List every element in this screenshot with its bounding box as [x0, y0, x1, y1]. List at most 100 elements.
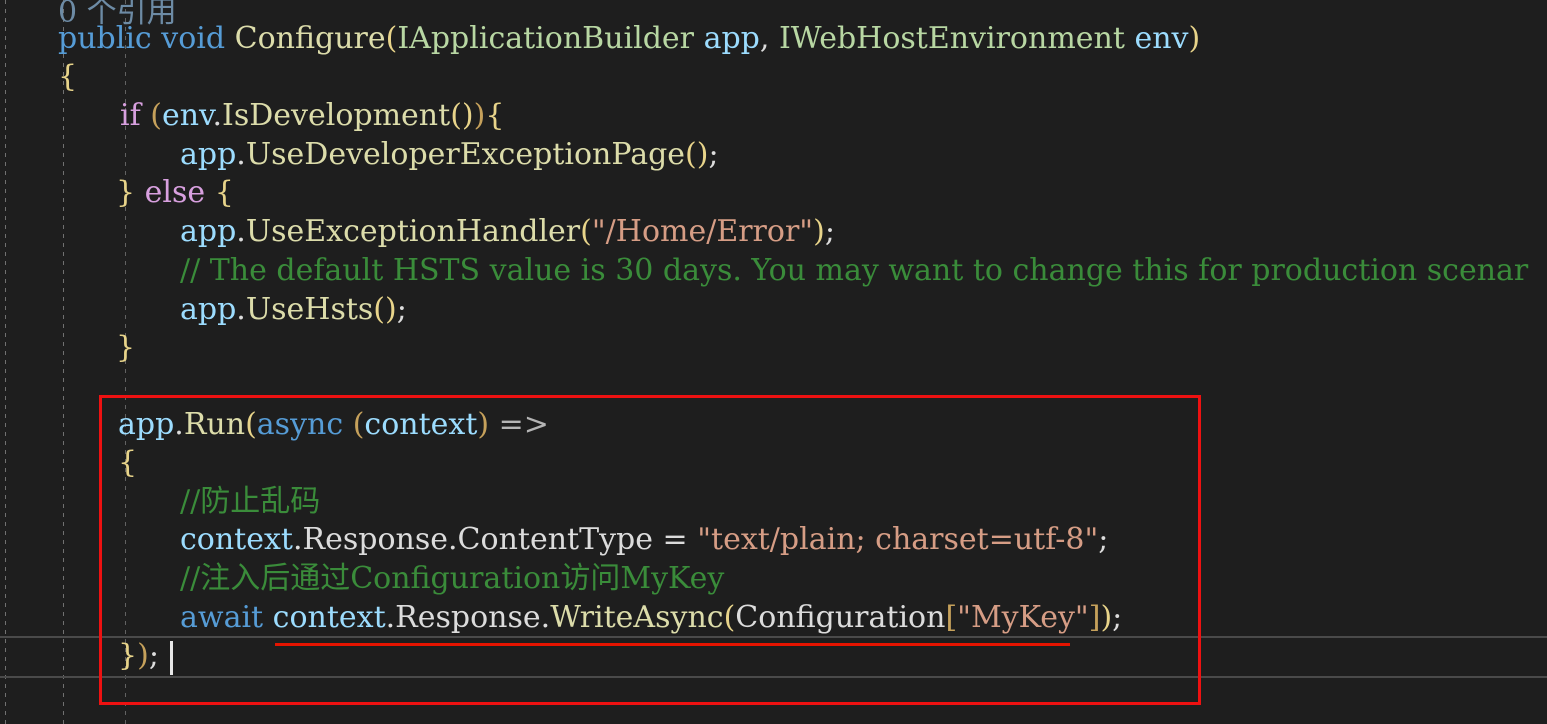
token: (): [450, 98, 474, 133]
token: .: [236, 214, 246, 249]
code-line-2[interactable]: {: [0, 58, 77, 97]
token: //防止乱码: [180, 484, 321, 519]
code-line-12[interactable]: {: [0, 444, 137, 483]
token: {: [58, 59, 78, 94]
token: }: [116, 330, 136, 365]
token: ContentType: [457, 522, 653, 557]
token: async: [256, 407, 344, 442]
token: void: [161, 21, 226, 56]
token: IsDevelopment: [221, 98, 451, 133]
token: env: [1134, 21, 1189, 56]
token: (: [385, 21, 398, 56]
token: ): [137, 638, 149, 673]
token: IApplicationBuilder: [397, 21, 695, 56]
code-line-6[interactable]: app.UseExceptionHandler("/Home/Error");: [0, 213, 835, 252]
code-line-7[interactable]: // The default HSTS value is 30 days. Yo…: [0, 252, 1528, 291]
code-line-11[interactable]: app.Run(async (context) =>: [0, 406, 549, 445]
token: // The default HSTS value is 30 days. Yo…: [180, 253, 1529, 288]
token: app: [180, 292, 237, 327]
token: =>: [498, 407, 549, 442]
token: .: [540, 600, 551, 635]
token: WriteAsync: [550, 600, 724, 635]
token: ;: [396, 292, 407, 327]
code-line-10[interactable]: [0, 368, 116, 407]
token: //注入后通过Configuration访问MyKey: [180, 561, 725, 596]
token: "text/plain; charset=utf-8": [697, 522, 1099, 557]
token: await: [180, 600, 264, 635]
token: env: [161, 98, 213, 133]
token: UseExceptionHandler: [245, 214, 581, 249]
code-line-9[interactable]: }: [0, 329, 135, 368]
token: app: [180, 137, 237, 172]
token: .: [236, 292, 246, 327]
caret: [170, 641, 173, 675]
token: UseHsts: [245, 292, 374, 327]
code-line-4[interactable]: app.UseDeveloperExceptionPage();: [0, 136, 719, 175]
token: Configuration: [735, 600, 946, 635]
token: app: [180, 214, 237, 249]
code-line-1[interactable]: public void Configure(IApplicationBuilde…: [0, 20, 1200, 59]
token: .: [385, 600, 396, 635]
code-line-13[interactable]: //防止乱码: [0, 483, 320, 522]
token: ;: [148, 638, 159, 673]
code-line-5[interactable]: } else {: [0, 174, 234, 213]
token: if: [120, 98, 141, 133]
token: ;: [824, 214, 835, 249]
token: ): [813, 214, 825, 249]
token: app: [118, 407, 175, 442]
token: (): [373, 292, 397, 327]
code-line-8[interactable]: app.UseHsts();: [0, 291, 407, 330]
token: (: [150, 98, 162, 133]
token: ): [1188, 21, 1201, 56]
token: =: [653, 522, 698, 557]
token: context: [364, 407, 478, 442]
token: app: [703, 21, 760, 56]
token: {: [485, 98, 505, 133]
token: UseDeveloperExceptionPage: [245, 137, 686, 172]
code-line-15[interactable]: //注入后通过Configuration访问MyKey: [0, 560, 724, 599]
token: Run: [183, 407, 246, 442]
token: ): [473, 98, 486, 133]
token: IWebHostEnvironment: [778, 21, 1125, 56]
token: public: [58, 21, 152, 56]
token: [: [945, 600, 958, 635]
token: (: [245, 407, 257, 442]
token: .: [212, 98, 222, 133]
token: .: [448, 522, 458, 557]
token: ): [1100, 600, 1113, 635]
error-underline-0: [275, 643, 1070, 646]
code-line-3[interactable]: if (env.IsDevelopment()){: [0, 97, 504, 136]
code-line-17[interactable]: });: [0, 637, 159, 676]
token: .: [174, 407, 184, 442]
token: }: [116, 175, 136, 210]
token: ;: [1112, 600, 1123, 635]
token: (: [352, 407, 365, 442]
token: {: [118, 445, 138, 480]
token: ;: [1098, 522, 1109, 557]
token: ): [477, 407, 490, 442]
token: ]: [1088, 600, 1101, 635]
token: .: [292, 522, 303, 557]
token: }: [118, 638, 138, 673]
token: context: [180, 522, 293, 557]
code-editor-window: 0 个引用 public void Configure(IApplicationB…: [0, 0, 1547, 724]
token: "/Home/Error": [591, 214, 814, 249]
code-line-14[interactable]: context.Response.ContentType = "text/pla…: [0, 521, 1108, 560]
token: (: [580, 214, 592, 249]
code-line-16[interactable]: await context.Response.WriteAsync(Config…: [0, 599, 1122, 638]
code-surface[interactable]: 0 个引用 public void Configure(IApplicationB…: [0, 0, 1547, 724]
token: Response: [302, 522, 448, 557]
token: Configure: [234, 21, 386, 56]
token: else: [144, 175, 206, 210]
token: ;: [708, 137, 719, 172]
token: {: [214, 175, 234, 210]
